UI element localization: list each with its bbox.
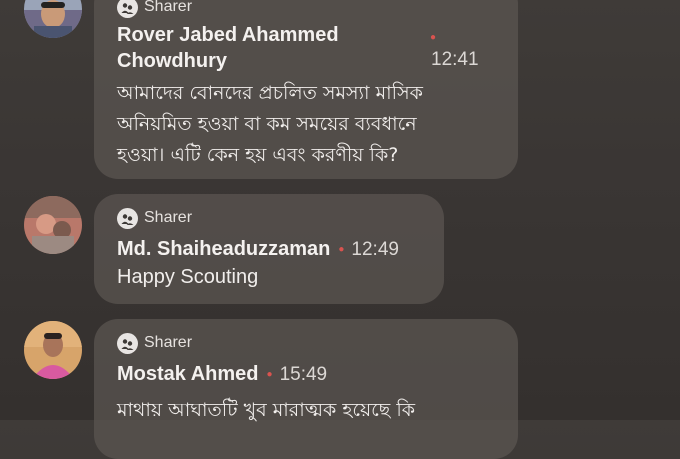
name-line-1: Rover Jabed Ahammed bbox=[117, 24, 339, 46]
avatar[interactable] bbox=[24, 0, 82, 38]
avatar-photo bbox=[24, 0, 82, 38]
badge-label: Sharer bbox=[144, 334, 193, 351]
sharer-badge-icon bbox=[117, 0, 138, 18]
avatar-photo bbox=[24, 321, 82, 379]
sharer-badge-icon bbox=[117, 207, 138, 229]
dot-separator: ● bbox=[266, 369, 273, 380]
commenter-name[interactable]: Md. Shaiheaduzzaman bbox=[117, 238, 330, 260]
dot-separator: ● bbox=[338, 244, 345, 255]
comment-bubble[interactable]: Sharer Rover Jabed Ahammed Chowdhury ● 1… bbox=[94, 0, 518, 179]
sharer-badge-icon bbox=[117, 332, 138, 354]
badge-label: Sharer bbox=[144, 0, 193, 15]
sharer-badge: Sharer bbox=[117, 0, 496, 20]
timestamp: 12:41 bbox=[431, 49, 479, 70]
timestamp: 15:49 bbox=[279, 364, 328, 385]
sharer-badge: Sharer bbox=[117, 205, 422, 231]
name-time-row: Mostak Ahmed ● 15:49 bbox=[117, 361, 327, 391]
comment-text: মাথায় আঘাতটি খুব মারাত্মক হয়েছে কি bbox=[117, 399, 416, 421]
badge-label: Sharer bbox=[144, 209, 193, 226]
comment-text-line: হওয়া। এটি কেন হয় এবং করণীয় কি? bbox=[117, 144, 399, 166]
comment-text: Happy Scouting bbox=[117, 266, 259, 288]
name-line-2: Chowdhury bbox=[117, 50, 227, 72]
comment-bubble[interactable]: Sharer Mostak Ahmed ● 15:49 মাথায় আঘাতটি … bbox=[94, 319, 518, 459]
comment-text: আমাদের বোনদের প্রচলিত সমস্যা মাসিক অনিয়… bbox=[117, 78, 423, 171]
commenter-name[interactable]: Mostak Ahmed bbox=[117, 363, 259, 385]
sharer-badge: Sharer bbox=[117, 330, 496, 356]
commenter-name[interactable]: Rover Jabed Ahammed Chowdhury bbox=[117, 22, 339, 74]
name-time-row: Md. Shaiheaduzzaman ● 12:49 bbox=[117, 236, 399, 266]
comment-text-line: আমাদের বোনদের প্রচলিত সমস্যা মাসিক bbox=[117, 82, 423, 104]
avatar-photo bbox=[24, 196, 82, 254]
dot-separator: ● bbox=[430, 32, 437, 43]
comment-text-line: অনিয়মিত হওয়া বা কম সময়ের ব্যবধানে bbox=[117, 113, 417, 135]
comment-bubble[interactable]: Sharer Md. Shaiheaduzzaman ● 12:49 Happy S… bbox=[94, 194, 444, 304]
avatar[interactable] bbox=[24, 196, 82, 254]
avatar[interactable] bbox=[24, 321, 82, 379]
timestamp: 12:49 bbox=[351, 239, 399, 260]
